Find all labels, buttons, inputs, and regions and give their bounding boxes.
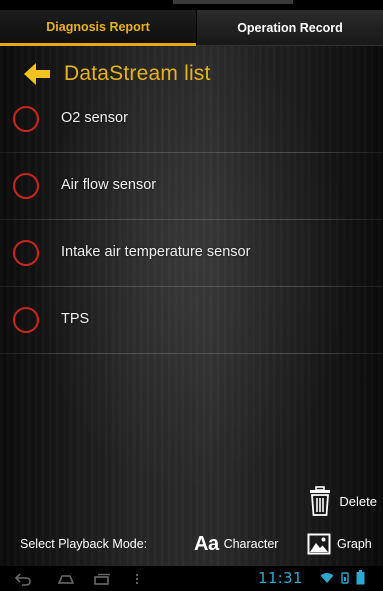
status-hint bbox=[173, 0, 293, 4]
list-item-label: O2 sensor bbox=[61, 110, 128, 126]
radio-button[interactable] bbox=[13, 307, 39, 333]
menu-icon[interactable] bbox=[134, 572, 140, 586]
home-icon[interactable] bbox=[57, 572, 75, 586]
recent-apps-icon[interactable] bbox=[93, 572, 111, 586]
datastream-list: O2 sensor Air flow sensor Intake air tem… bbox=[0, 86, 383, 354]
delete-button[interactable]: Delete bbox=[309, 485, 377, 517]
divider bbox=[0, 353, 383, 354]
list-item[interactable]: Intake air temperature sensor bbox=[0, 220, 383, 287]
list-item[interactable]: TPS bbox=[0, 287, 383, 354]
back-icon[interactable] bbox=[14, 572, 32, 586]
playback-mode-label: Select Playback Mode: bbox=[20, 537, 148, 551]
playback-mode-bar: Select Playback Mode: Aa Character Graph bbox=[0, 528, 383, 560]
character-mode-button[interactable]: Aa Character bbox=[194, 531, 278, 557]
system-nav-bar: 11:31 bbox=[0, 566, 383, 591]
tab-bar: Diagnosis Report Operation Record bbox=[0, 10, 383, 46]
radio-button[interactable] bbox=[13, 173, 39, 199]
radio-button[interactable] bbox=[13, 240, 39, 266]
signal-icon bbox=[341, 572, 349, 584]
image-graph-icon bbox=[307, 533, 331, 555]
system-clock: 11:31 bbox=[258, 569, 303, 587]
delete-label: Delete bbox=[339, 493, 377, 509]
character-icon: Aa bbox=[194, 532, 219, 555]
page-title: DataStream list bbox=[64, 62, 211, 85]
wifi-icon bbox=[320, 573, 334, 583]
list-item-label: Intake air temperature sensor bbox=[61, 244, 251, 260]
list-item[interactable]: O2 sensor bbox=[0, 86, 383, 153]
graph-mode-button[interactable]: Graph bbox=[307, 532, 372, 556]
tab-diagnosis-report[interactable]: Diagnosis Report bbox=[0, 10, 196, 46]
list-item[interactable]: Air flow sensor bbox=[0, 153, 383, 220]
character-mode-label: Character bbox=[223, 537, 279, 551]
list-item-label: TPS bbox=[61, 311, 90, 327]
trash-icon bbox=[310, 486, 331, 516]
graph-mode-label: Graph bbox=[337, 537, 372, 551]
arrow-left-icon[interactable] bbox=[22, 61, 52, 87]
list-item-label: Air flow sensor bbox=[61, 177, 157, 193]
battery-icon bbox=[356, 570, 365, 585]
radio-button[interactable] bbox=[13, 106, 39, 132]
tab-operation-record[interactable]: Operation Record bbox=[196, 10, 383, 46]
app-screen: Diagnosis Report Operation Record DataSt… bbox=[0, 0, 383, 591]
status-strip bbox=[0, 0, 383, 10]
